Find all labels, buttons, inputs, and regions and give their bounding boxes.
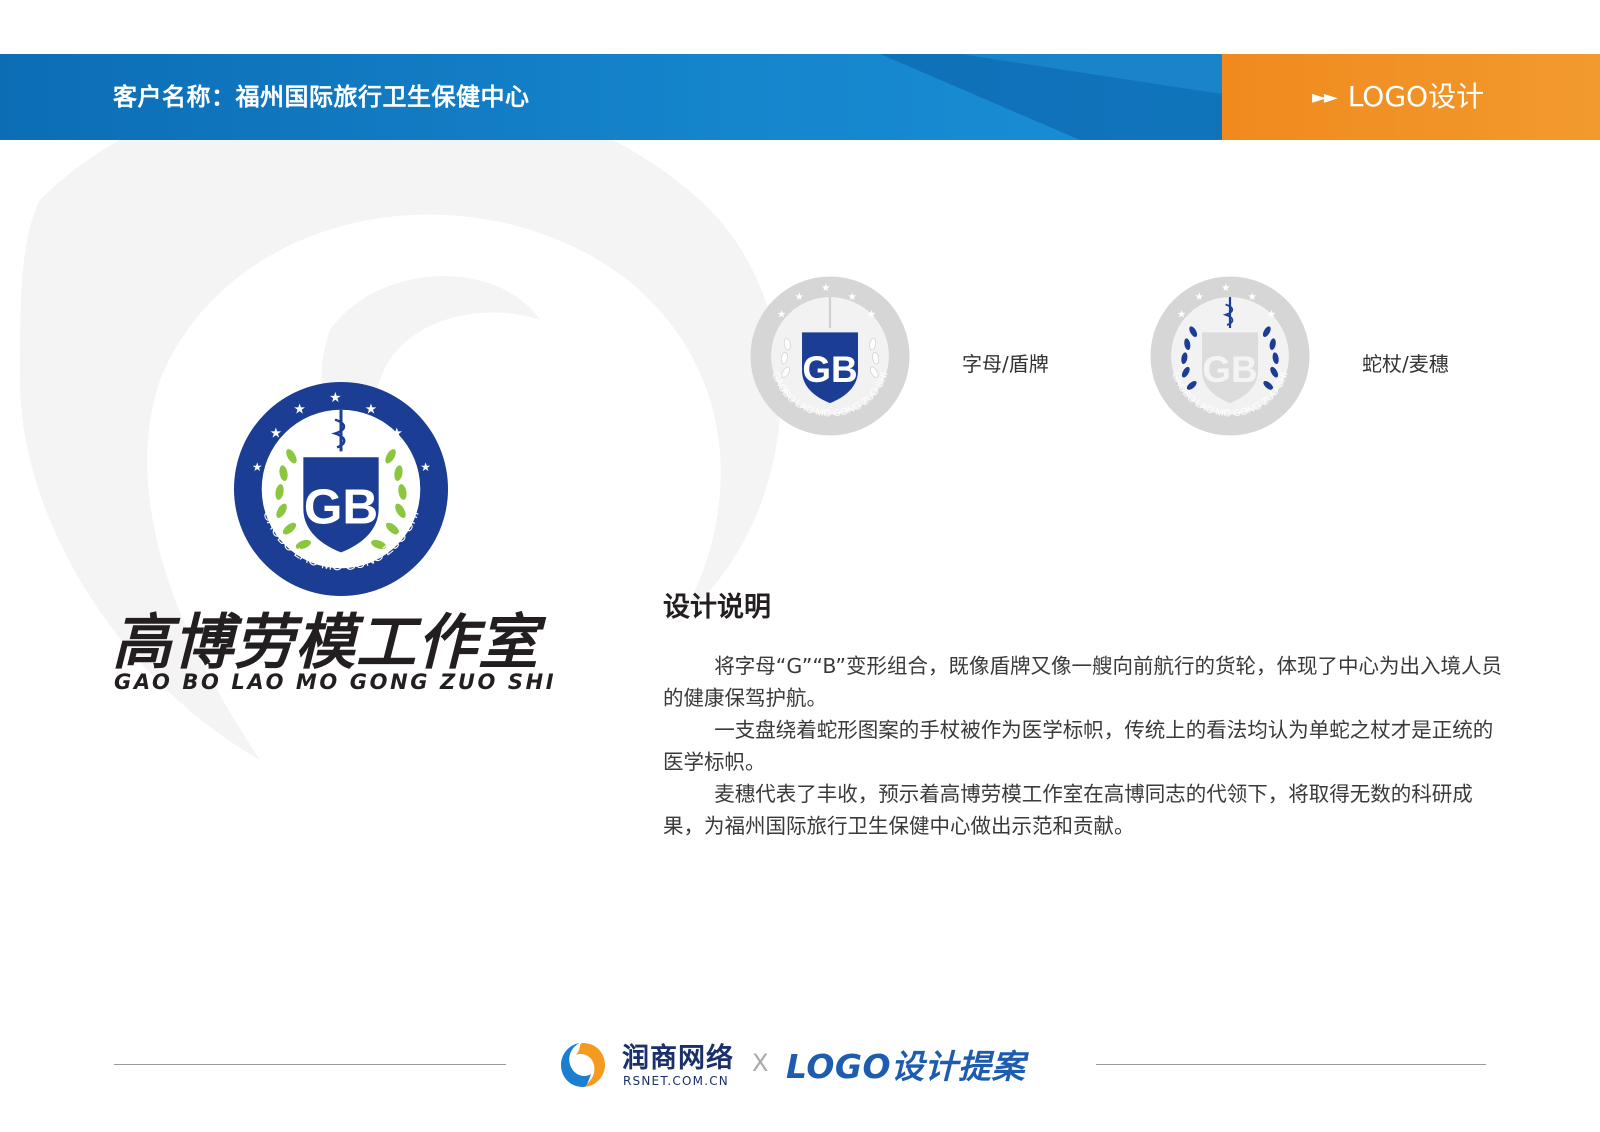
- brand-name-pinyin: GAO BO LAO MO GONG ZUO SHI: [114, 670, 557, 694]
- section-tag: ►► LOGO设计: [1312, 54, 1484, 140]
- description-paragraph: 将字母“G”“B”变形组合，既像盾牌又像一艘向前航行的货轮，体现了中心为出入境人…: [663, 654, 1502, 710]
- svg-text:★: ★: [1195, 291, 1204, 303]
- emblem-initials: GB: [304, 480, 378, 535]
- svg-text:★: ★: [795, 291, 804, 303]
- description-paragraph: 麦穗代表了丰收，预示着高博劳模工作室在高博同志的代领下，将取得无数的科研成果，为…: [663, 782, 1473, 838]
- footer-divider-left: [114, 1064, 506, 1065]
- svg-text:★: ★: [821, 282, 830, 294]
- company-swirl-logo-icon: [561, 1043, 605, 1087]
- footer-proposal-title: LOGO设计提案: [786, 1047, 1026, 1086]
- section-tag-label: LOGO设计: [1347, 80, 1485, 113]
- variant-emblem-staff-wheat: ★ ★ ★ ★ ★ GB GAOBO LAO MO GONG ZUO SHI: [1150, 276, 1310, 436]
- svg-text:★: ★: [365, 402, 377, 418]
- header-blue-section: 客户名称：福州国际旅行卫生保健中心: [0, 54, 1222, 140]
- emblem-initials: GB: [1202, 349, 1257, 390]
- svg-text:★: ★: [1221, 282, 1230, 294]
- svg-text:★: ★: [270, 425, 282, 441]
- description-body: 将字母“G”“B”变形组合，既像盾牌又像一艘向前航行的货轮，体现了中心为出入境人…: [663, 650, 1513, 842]
- brand-name-chinese: 高博劳模工作室: [112, 608, 539, 678]
- header-banner: 客户名称：福州国际旅行卫生保健中心 ►► LOGO设计: [0, 54, 1600, 140]
- svg-text:★: ★: [848, 291, 857, 303]
- svg-text:★: ★: [329, 390, 341, 406]
- variant-label-letters-shield: 字母/盾牌: [962, 352, 1049, 376]
- main-emblem-logo: ★ ★ ★ ★ ★ ★ ★ GB GAOBO LAO MO GONG ZUO S…: [233, 381, 449, 597]
- emblem-initials: GB: [802, 349, 857, 390]
- description-title: 设计说明: [663, 592, 771, 623]
- footer-company-name: 润商网络: [622, 1043, 734, 1074]
- svg-text:★: ★: [867, 309, 876, 321]
- footer-separator: X: [752, 1049, 769, 1077]
- svg-text:★: ★: [777, 309, 786, 321]
- client-name: 客户名称：福州国际旅行卫生保健中心: [113, 83, 530, 111]
- footer-divider-right: [1096, 1064, 1486, 1065]
- variant-emblem-letters-shield: ★ ★ ★ ★ ★ GB GAOBO LAO MO GONG ZUO SHI: [750, 276, 910, 436]
- double-arrow-icon: ►►: [1312, 87, 1338, 108]
- variant-label-staff-wheat: 蛇杖/麦穗: [1362, 352, 1449, 376]
- svg-text:★: ★: [1248, 291, 1257, 303]
- svg-text:★: ★: [391, 425, 403, 441]
- svg-text:★: ★: [420, 460, 431, 474]
- footer-domain: RSNET.COM.CN: [623, 1074, 729, 1088]
- svg-text:★: ★: [1267, 309, 1276, 321]
- svg-text:★: ★: [293, 402, 305, 418]
- svg-text:★: ★: [1177, 309, 1186, 321]
- description-paragraph: 一支盘绕着蛇形图案的手杖被作为医学标帜，传统上的看法均认为单蛇之杖才是正统的医学…: [663, 718, 1494, 774]
- svg-text:★: ★: [252, 460, 263, 474]
